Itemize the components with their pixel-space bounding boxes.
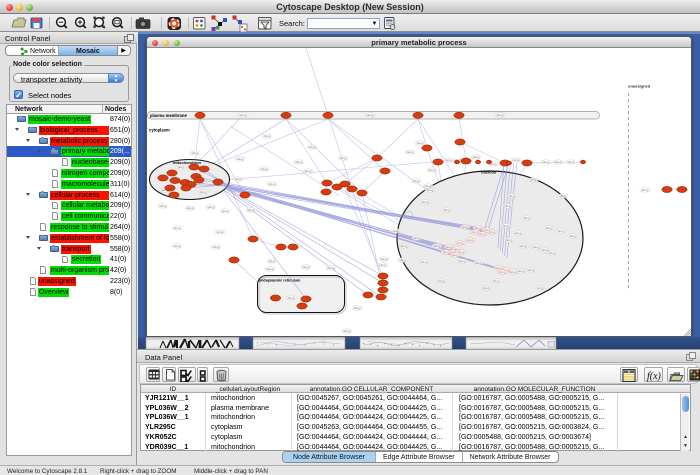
svg-text:(lab-g): (lab-g) bbox=[543, 161, 550, 164]
svg-text:(lab-g): (lab-g) bbox=[443, 251, 450, 254]
svg-text:(lab-g): (lab-g) bbox=[367, 114, 374, 117]
svg-text:(lab-g): (lab-g) bbox=[497, 114, 504, 117]
svg-text:(lab-g): (lab-g) bbox=[438, 280, 445, 283]
svg-text:(lab-g): (lab-g) bbox=[407, 151, 414, 154]
svg-text:(lab-g): (lab-g) bbox=[489, 231, 496, 234]
svg-text:(lab-g): (lab-g) bbox=[475, 227, 482, 230]
svg-text:(lab-g): (lab-g) bbox=[340, 157, 347, 160]
svg-text:(lab-g): (lab-g) bbox=[467, 239, 474, 242]
svg-text:(lab-g): (lab-g) bbox=[248, 209, 255, 212]
svg-text:(lab-g): (lab-g) bbox=[528, 269, 535, 272]
svg-text:(lab-g): (lab-g) bbox=[261, 168, 268, 171]
svg-text:(lab-g): (lab-g) bbox=[381, 258, 388, 261]
svg-text:(lab-g): (lab-g) bbox=[530, 179, 537, 182]
svg-text:(lab-g): (lab-g) bbox=[264, 135, 271, 138]
svg-text:(lab-g): (lab-g) bbox=[446, 246, 453, 249]
svg-text:(lab-g): (lab-g) bbox=[506, 239, 513, 242]
svg-text:(lab-g): (lab-g) bbox=[483, 287, 490, 290]
svg-text:(lab-g): (lab-g) bbox=[421, 261, 428, 264]
svg-text:(lab-g): (lab-g) bbox=[452, 254, 459, 257]
svg-text:f(x): f(x) bbox=[647, 371, 662, 382]
svg-text:(lab-g): (lab-g) bbox=[401, 245, 408, 248]
svg-text:endoplasmic reticulum: endoplasmic reticulum bbox=[259, 279, 301, 283]
svg-text:(lab-g): (lab-g) bbox=[305, 170, 312, 173]
svg-text:(lab-g): (lab-g) bbox=[187, 207, 194, 210]
svg-text:(lab-g): (lab-g) bbox=[472, 231, 479, 234]
svg-text:(lab-g): (lab-g) bbox=[328, 267, 335, 270]
svg-text:(lab-g): (lab-g) bbox=[240, 114, 247, 117]
svg-text:(lab-g): (lab-g) bbox=[174, 227, 181, 230]
svg-text:(lab-g): (lab-g) bbox=[518, 270, 525, 273]
svg-text:(lab-g): (lab-g) bbox=[400, 259, 407, 262]
svg-text:(lab-g): (lab-g) bbox=[222, 210, 229, 213]
svg-text:unassigned: unassigned bbox=[628, 84, 651, 89]
svg-text:(lab-g): (lab-g) bbox=[414, 237, 421, 240]
svg-text:(lab-g): (lab-g) bbox=[422, 201, 429, 204]
svg-text:(lab-g): (lab-g) bbox=[558, 230, 565, 233]
svg-text:(lab-g): (lab-g) bbox=[309, 146, 316, 149]
svg-text:cytoplasm: cytoplasm bbox=[149, 128, 170, 133]
svg-text:(lab-g): (lab-g) bbox=[429, 169, 436, 172]
svg-text:(lab-g): (lab-g) bbox=[505, 205, 512, 208]
svg-text:(lab-g): (lab-g) bbox=[237, 158, 244, 161]
svg-text:(lab-g): (lab-g) bbox=[555, 161, 562, 164]
svg-text:(lab-g): (lab-g) bbox=[417, 142, 424, 145]
svg-text:(lab-g): (lab-g) bbox=[344, 330, 351, 333]
svg-text:(lab-g): (lab-g) bbox=[462, 226, 469, 229]
svg-text:(lab-g): (lab-g) bbox=[513, 159, 520, 162]
svg-text:(lab-g): (lab-g) bbox=[475, 262, 482, 265]
svg-text:nucleus: nucleus bbox=[481, 170, 497, 175]
svg-text:(lab-g): (lab-g) bbox=[178, 166, 185, 169]
svg-text:(lab-g): (lab-g) bbox=[499, 271, 506, 274]
svg-text:(lab-g): (lab-g) bbox=[444, 209, 451, 212]
svg-text:(lab-g): (lab-g) bbox=[192, 152, 199, 155]
svg-text:(lab-g): (lab-g) bbox=[174, 245, 181, 248]
svg-text:(lab-g): (lab-g) bbox=[269, 260, 276, 263]
svg-text:(lab-g): (lab-g) bbox=[393, 230, 400, 233]
svg-text:(lab-g): (lab-g) bbox=[515, 232, 522, 235]
svg-text:(lab-g): (lab-g) bbox=[288, 297, 295, 300]
svg-text:(lab-g): (lab-g) bbox=[457, 242, 464, 245]
svg-text:(lab-g): (lab-g) bbox=[235, 178, 242, 181]
svg-text:(lab-g): (lab-g) bbox=[213, 246, 220, 249]
svg-text:(lab-g): (lab-g) bbox=[642, 189, 649, 192]
svg-text:(lab-g): (lab-g) bbox=[493, 280, 500, 283]
svg-text:(lab-g): (lab-g) bbox=[473, 156, 480, 159]
svg-text:(lab-g): (lab-g) bbox=[568, 161, 575, 164]
svg-text:(lab-g): (lab-g) bbox=[217, 231, 224, 234]
svg-text:(lab-g): (lab-g) bbox=[524, 217, 531, 220]
svg-text:(lab-g): (lab-g) bbox=[546, 227, 553, 230]
svg-text:(lab-g): (lab-g) bbox=[459, 260, 466, 263]
svg-text:(lab-g): (lab-g) bbox=[570, 235, 577, 238]
svg-text:(lab-g): (lab-g) bbox=[533, 246, 540, 249]
svg-text:(lab-g): (lab-g) bbox=[537, 287, 544, 290]
svg-text:(lab-g): (lab-g) bbox=[267, 268, 274, 271]
svg-text:(lab-g): (lab-g) bbox=[380, 264, 387, 267]
svg-text:(lab-g): (lab-g) bbox=[560, 195, 567, 198]
svg-text:(lab-g): (lab-g) bbox=[549, 252, 556, 255]
svg-text:(lab-g): (lab-g) bbox=[503, 225, 510, 228]
svg-text:(lab-g): (lab-g) bbox=[413, 180, 420, 183]
svg-text:(lab-g): (lab-g) bbox=[509, 195, 516, 198]
svg-text:(lab-g): (lab-g) bbox=[303, 266, 310, 269]
svg-text:(lab-g): (lab-g) bbox=[434, 245, 441, 248]
svg-text:(lab-g): (lab-g) bbox=[269, 183, 276, 186]
svg-text:(lab-g): (lab-g) bbox=[208, 206, 215, 209]
svg-text:plasma membrane: plasma membrane bbox=[150, 113, 187, 118]
svg-text:(lab-g): (lab-g) bbox=[296, 161, 303, 164]
svg-text:(lab-g): (lab-g) bbox=[160, 205, 167, 208]
svg-text:(lab-g): (lab-g) bbox=[425, 185, 432, 188]
svg-text:(lab-g): (lab-g) bbox=[520, 245, 527, 248]
svg-text:(lab-g): (lab-g) bbox=[200, 191, 207, 194]
svg-text:(lab-g): (lab-g) bbox=[427, 189, 434, 192]
svg-text:(lab-g): (lab-g) bbox=[354, 307, 361, 310]
svg-text:(lab-g): (lab-g) bbox=[446, 159, 453, 162]
